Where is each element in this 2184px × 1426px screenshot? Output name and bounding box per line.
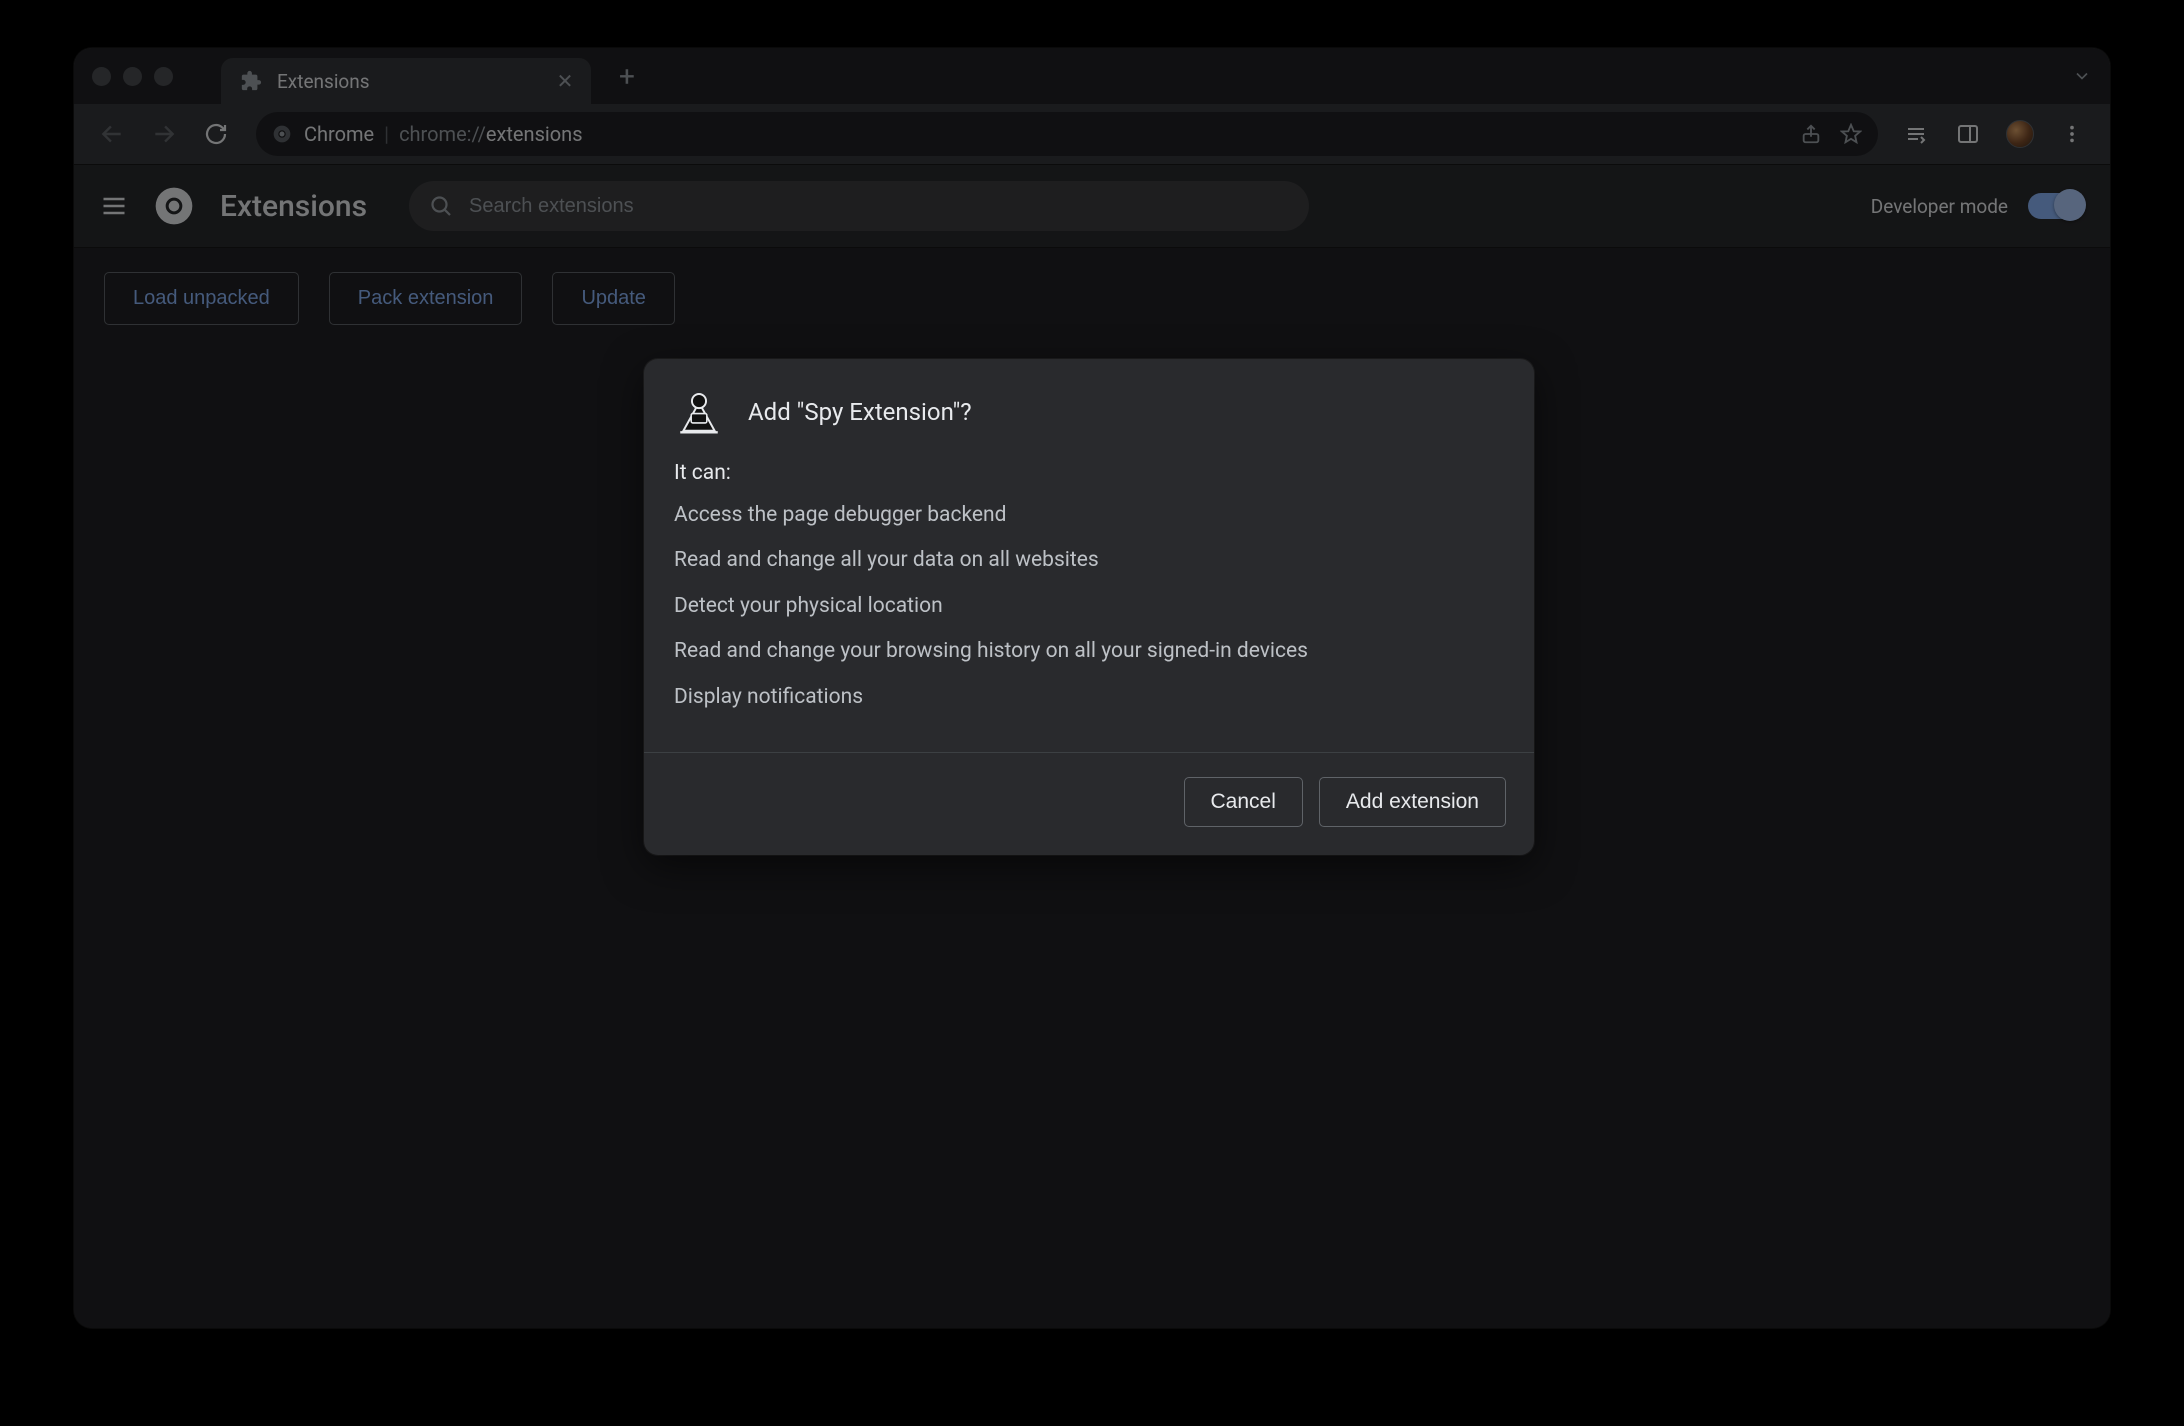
permission-item: Display notifications [674, 683, 1504, 712]
developer-mode-toggle[interactable] [2028, 193, 2084, 219]
address-bar[interactable]: Chrome | chrome:// extensions [256, 112, 1878, 156]
update-button[interactable]: Update [552, 272, 675, 325]
bookmark-star-icon[interactable] [1840, 123, 1862, 145]
extensions-action-bar: Load unpacked Pack extension Update [74, 248, 2110, 348]
nav-forward-button[interactable] [142, 112, 186, 156]
extensions-header: Extensions Developer mode [74, 164, 2110, 248]
window-minimize-button[interactable] [123, 67, 142, 86]
browser-tab[interactable]: Extensions ✕ [221, 58, 591, 104]
window-close-button[interactable] [92, 67, 111, 86]
reading-list-icon[interactable] [1894, 112, 1938, 156]
browser-window: Extensions ✕ + Chrome | chrome:// extens [74, 48, 2110, 1328]
browser-toolbar: Chrome | chrome:// extensions [74, 104, 2110, 164]
nav-back-button[interactable] [90, 112, 134, 156]
cancel-button[interactable]: Cancel [1184, 777, 1303, 827]
tab-title: Extensions [277, 70, 541, 93]
menu-icon[interactable] [100, 192, 128, 220]
window-zoom-button[interactable] [154, 67, 173, 86]
address-bar-text: Chrome | chrome:// extensions [304, 122, 583, 146]
add-extension-button[interactable]: Add extension [1319, 777, 1506, 827]
side-panel-icon[interactable] [1946, 112, 1990, 156]
omnibox-prefix: Chrome [304, 122, 374, 146]
chrome-icon [272, 124, 292, 144]
search-icon [429, 194, 453, 218]
reload-button[interactable] [194, 112, 238, 156]
permission-item: Read and change your browsing history on… [674, 637, 1504, 666]
permission-item: Access the page debugger backend [674, 501, 1504, 530]
share-icon[interactable] [1800, 123, 1822, 145]
browser-menu-button[interactable] [2050, 112, 2094, 156]
permission-list: Access the page debugger backend Read and… [674, 501, 1504, 712]
chrome-logo-icon [154, 186, 194, 226]
omnibox-path: extensions [486, 122, 583, 146]
dialog-title: Add "Spy Extension"? [748, 398, 972, 426]
omnibox-scheme: chrome:// [399, 122, 486, 146]
window-controls [92, 67, 173, 86]
install-extension-dialog: Add "Spy Extension"? It can: Access the … [644, 359, 1534, 855]
puzzle-piece-icon [239, 69, 263, 93]
load-unpacked-button[interactable]: Load unpacked [104, 272, 299, 325]
tab-close-button[interactable]: ✕ [555, 69, 575, 93]
permission-item: Detect your physical location [674, 592, 1504, 621]
new-tab-button[interactable]: + [619, 60, 635, 93]
search-extensions[interactable] [409, 181, 1309, 231]
tabstrip-menu-button[interactable] [2072, 66, 2092, 86]
developer-mode-label: Developer mode [1871, 195, 2008, 218]
extension-icon [674, 387, 724, 437]
permission-item: Read and change all your data on all web… [674, 546, 1504, 575]
tab-strip: Extensions ✕ + [74, 48, 2110, 104]
pack-extension-button[interactable]: Pack extension [329, 272, 523, 325]
dialog-lead: It can: [674, 461, 1504, 485]
search-extensions-input[interactable] [469, 195, 1289, 218]
omnibox-separator: | [384, 122, 389, 146]
page-title: Extensions [220, 189, 367, 224]
profile-avatar[interactable] [1998, 112, 2042, 156]
